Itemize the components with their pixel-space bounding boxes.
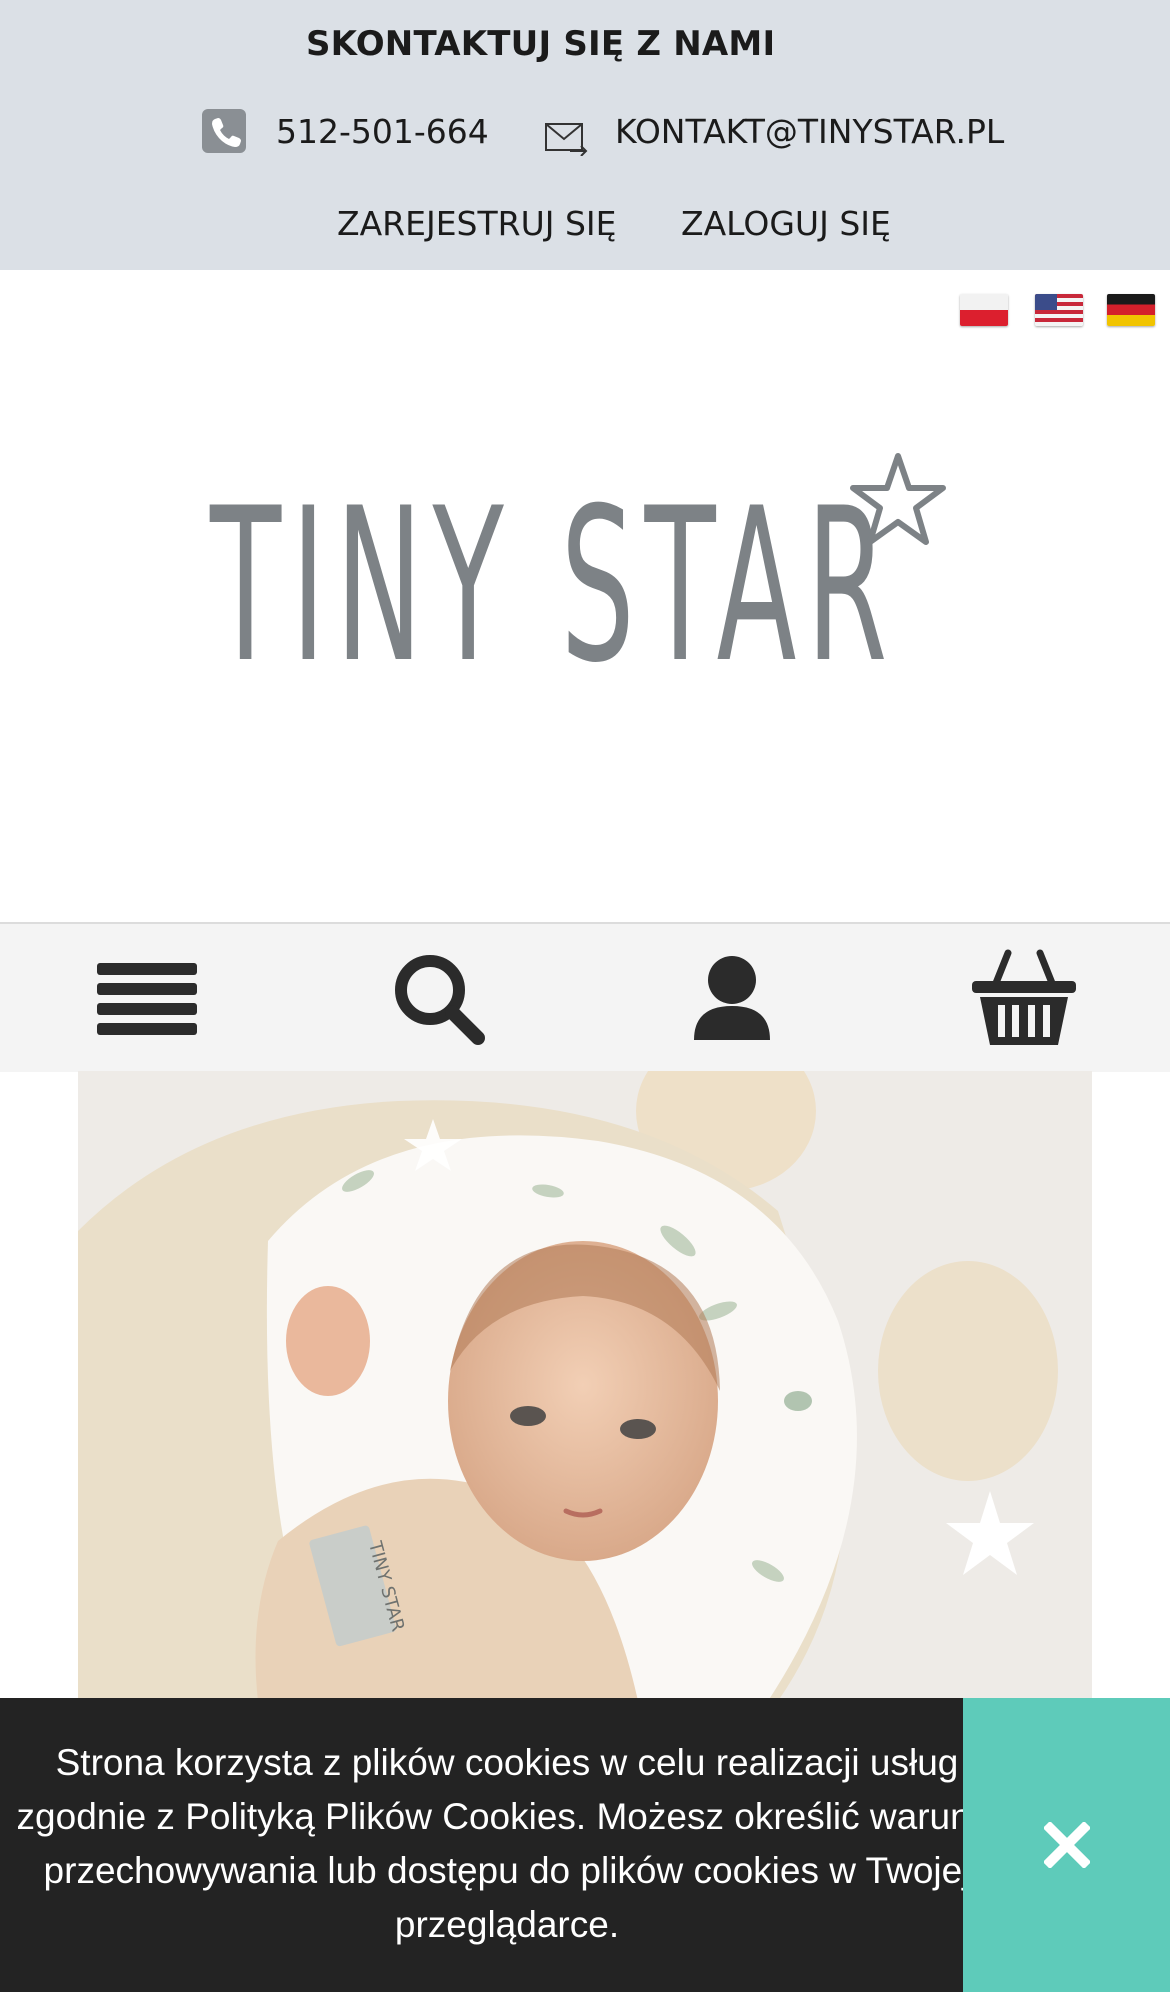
- menu-button[interactable]: [92, 944, 202, 1054]
- nav-bar: [0, 922, 1170, 1072]
- user-icon: [694, 956, 770, 1040]
- account-button[interactable]: [677, 944, 787, 1054]
- hero-image[interactable]: TINY STAR: [78, 1071, 1092, 1701]
- baby-in-sleeping-bag-photo: [78, 1071, 1092, 1701]
- logo-star-icon: [850, 453, 946, 545]
- login-link[interactable]: ZALOGUJ SIĘ: [681, 204, 891, 243]
- register-link[interactable]: ZAREJESTRUJ SIĘ: [337, 204, 617, 243]
- search-icon: [395, 955, 485, 1045]
- site-logo[interactable]: TINY STAR: [210, 450, 970, 730]
- menu-icon: [97, 963, 197, 1035]
- envelope-icon: [544, 120, 588, 157]
- us-flag[interactable]: [1035, 294, 1083, 326]
- logo-text: TINY STAR: [210, 462, 898, 709]
- cookie-close-button[interactable]: [963, 1698, 1170, 1992]
- email-link[interactable]: KONTAKT@TINYSTAR.PL: [615, 112, 1004, 151]
- us-flag-canton: [1035, 294, 1057, 310]
- cart-icon: [972, 949, 1076, 1045]
- german-flag[interactable]: [1107, 294, 1155, 326]
- cart-button[interactable]: [969, 944, 1079, 1054]
- auth-row: ZAREJESTRUJ SIĘ ZALOGUJ SIĘ: [0, 196, 1170, 246]
- polish-flag[interactable]: [960, 294, 1008, 326]
- phone-icon: [202, 109, 246, 153]
- cookie-banner: Strona korzysta z plików cookies w celu …: [0, 1698, 1170, 1992]
- search-button[interactable]: [384, 944, 494, 1054]
- contact-title: SKONTAKTUJ SIĘ Z NAMI: [306, 24, 776, 64]
- phone-link[interactable]: 512-501-664: [276, 112, 489, 151]
- contact-bar: SKONTAKTUJ SIĘ Z NAMI 512-501-664 KONTAK…: [0, 0, 1170, 270]
- contact-row: 512-501-664 KONTAKT@TINYSTAR.PL: [0, 106, 1170, 166]
- cookie-message: Strona korzysta z plików cookies w celu …: [16, 1742, 998, 1945]
- close-icon: [1043, 1822, 1090, 1868]
